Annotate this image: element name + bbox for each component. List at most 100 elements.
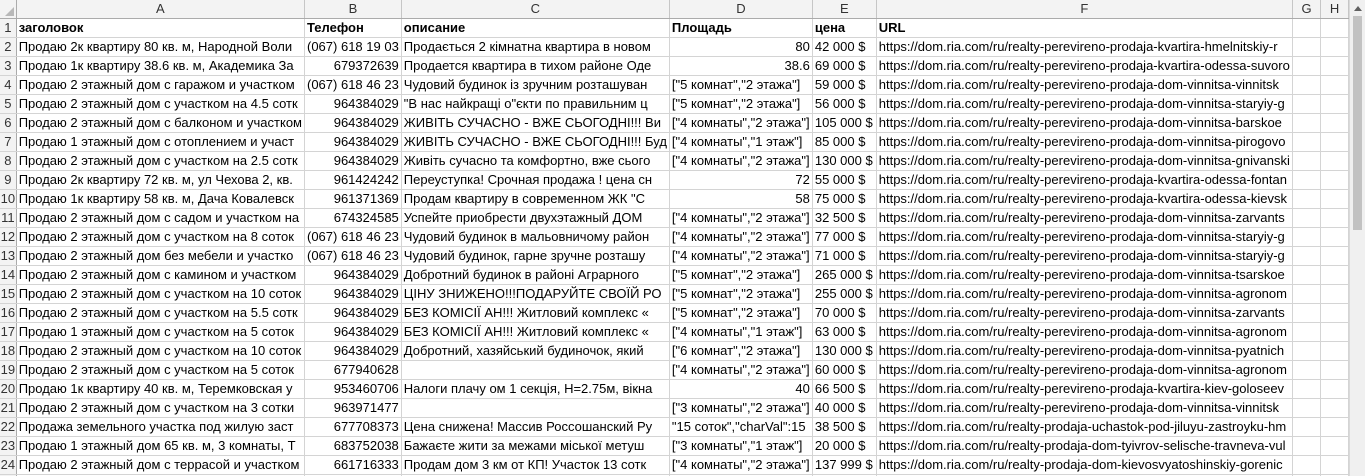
cell[interactable]: 38.6 [669, 56, 813, 76]
cell[interactable] [1292, 94, 1322, 114]
row-header[interactable]: 21 [0, 398, 17, 418]
cell[interactable] [1292, 303, 1322, 323]
cell[interactable]: https://dom.ria.com/ru/realty-perevireno… [876, 56, 1293, 76]
cell[interactable]: 964384029 [304, 303, 402, 323]
cell[interactable]: https://dom.ria.com/ru/realty-perevireno… [876, 360, 1293, 380]
cell[interactable]: Продаю 1 этажный дом с участком на 5 сот… [16, 322, 306, 342]
cell[interactable]: ["5 комнат","2 этажа"] [669, 303, 813, 323]
row-header[interactable]: 8 [0, 151, 17, 171]
cell[interactable]: https://dom.ria.com/ru/realty-perevireno… [876, 37, 1293, 57]
cell[interactable]: 77 000 $ [812, 227, 877, 247]
cell[interactable]: 961424242 [304, 170, 402, 190]
cell[interactable] [1292, 170, 1322, 190]
cell[interactable]: 137 999 $ [812, 455, 877, 475]
cell[interactable]: 265 000 $ [812, 265, 877, 285]
cell[interactable]: Продаю 1к квартиру 58 кв. м, Дача Ковале… [16, 189, 306, 209]
cell[interactable]: Бажаєте жити за межами міської метуш [401, 436, 670, 456]
cell[interactable]: 679372639 [304, 56, 402, 76]
cell[interactable]: Продаю 2 этажный дом с участком на 5 сот… [16, 360, 306, 380]
cell[interactable]: ["5 комнат","2 этажа"] [669, 94, 813, 114]
cell[interactable] [1292, 113, 1322, 133]
cell[interactable]: https://dom.ria.com/ru/realty-perevireno… [876, 75, 1293, 95]
cell[interactable]: 63 000 $ [812, 322, 877, 342]
row-header[interactable]: 13 [0, 246, 17, 266]
cell[interactable]: Чудовий будинок із зручним розташуван [401, 75, 670, 95]
cell[interactable]: Цена снижена! Массив Россошанский Ру [401, 417, 670, 437]
cell[interactable] [1320, 455, 1349, 475]
cell[interactable]: https://dom.ria.com/ru/realty-perevireno… [876, 265, 1293, 285]
cell[interactable]: Успейте приобрести двухэтажный ДОМ [401, 208, 670, 228]
cell[interactable]: ЖИВІТЬ СУЧАСНО - ВЖЕ СЬОГОДНІ!!! Ви [401, 113, 670, 133]
column-header[interactable]: H [1320, 0, 1349, 19]
cell[interactable] [1292, 132, 1322, 152]
cell[interactable]: 677708373 [304, 417, 402, 437]
cell[interactable]: Продаю 2 этажный дом с балконом и участк… [16, 113, 306, 133]
cell[interactable]: Налоги плачу ом 1 секція, Н=2.75м, вікна [401, 379, 670, 399]
cell[interactable] [1320, 170, 1349, 190]
cell[interactable]: Продається 2 кімнатна квартира в новом [401, 37, 670, 57]
cell[interactable] [1320, 379, 1349, 399]
cell[interactable] [1320, 189, 1349, 209]
cell[interactable]: 42 000 $ [812, 37, 877, 57]
cell[interactable]: https://dom.ria.com/ru/realty-perevireno… [876, 284, 1293, 304]
cell[interactable]: https://dom.ria.com/ru/realty-perevireno… [876, 227, 1293, 247]
cell[interactable] [1292, 18, 1322, 38]
cell[interactable]: 964384029 [304, 341, 402, 361]
cell[interactable]: 105 000 $ [812, 113, 877, 133]
cell[interactable]: https://dom.ria.com/ru/realty-perevireno… [876, 208, 1293, 228]
cell[interactable]: 130 000 $ [812, 151, 877, 171]
cell[interactable]: 71 000 $ [812, 246, 877, 266]
scrollbar-thumb[interactable] [1353, 16, 1362, 230]
cell[interactable]: ["3 комнаты","2 этажа"] [669, 398, 813, 418]
column-header[interactable]: F [876, 0, 1293, 19]
cell[interactable]: 72 [669, 170, 813, 190]
cell[interactable]: Чудовий будинок в мальовничому район [401, 227, 670, 247]
cell[interactable]: 964384029 [304, 265, 402, 285]
cell[interactable]: 964384029 [304, 132, 402, 152]
cell[interactable]: Живіть сучасно та комфортно, вже сього [401, 151, 670, 171]
cell[interactable] [1320, 94, 1349, 114]
cell[interactable]: Продаю 2 этажный дом с участком на 4.5 с… [16, 94, 306, 114]
cell[interactable]: https://dom.ria.com/ru/realty-perevireno… [876, 189, 1293, 209]
cell[interactable]: Переуступка! Срочная продажа ! цена сн [401, 170, 670, 190]
cell[interactable]: 683752038 [304, 436, 402, 456]
cell[interactable] [1292, 322, 1322, 342]
cell[interactable]: 255 000 $ [812, 284, 877, 304]
cell[interactable]: 75 000 $ [812, 189, 877, 209]
cell[interactable] [1292, 284, 1322, 304]
column-header[interactable]: E [812, 0, 877, 19]
row-header[interactable]: 23 [0, 436, 17, 456]
cell[interactable] [1292, 379, 1322, 399]
cell[interactable]: https://dom.ria.com/ru/realty-perevireno… [876, 170, 1293, 190]
cell[interactable]: Продаю 2 этажный дом с гаражом и участко… [16, 75, 306, 95]
cell[interactable]: 130 000 $ [812, 341, 877, 361]
cell[interactable]: ЦІНУ ЗНИЖЕНО!!!ПОДАРУЙТЕ СВОЇЙ РО [401, 284, 670, 304]
cell[interactable]: Продаю 2 этажный дом с участком на 8 сот… [16, 227, 306, 247]
cell[interactable] [1320, 360, 1349, 380]
cell[interactable] [1320, 284, 1349, 304]
cell[interactable]: Добротний, хазяйський будиночок, який [401, 341, 670, 361]
cell[interactable]: 961371369 [304, 189, 402, 209]
cell[interactable]: (067) 618 46 23 [304, 227, 402, 247]
cell[interactable] [1320, 303, 1349, 323]
cell[interactable]: описание [401, 18, 670, 38]
cell[interactable] [401, 360, 670, 380]
row-header[interactable]: 16 [0, 303, 17, 323]
cell[interactable]: ["4 комнаты","2 этажа"] [669, 113, 813, 133]
cell[interactable] [1320, 246, 1349, 266]
cell[interactable] [1292, 151, 1322, 171]
cell[interactable]: 70 000 $ [812, 303, 877, 323]
row-header[interactable]: 20 [0, 379, 17, 399]
cell[interactable]: ["5 комнат","2 этажа"] [669, 265, 813, 285]
cell[interactable] [1292, 398, 1322, 418]
cell[interactable]: 59 000 $ [812, 75, 877, 95]
cell[interactable]: 20 000 $ [812, 436, 877, 456]
cell[interactable]: Телефон [304, 18, 402, 38]
cell[interactable]: "В нас найкращі о"єкти по правильним ц [401, 94, 670, 114]
row-header[interactable]: 4 [0, 75, 17, 95]
cell[interactable]: Продаю 2 этажный дом без мебели и участк… [16, 246, 306, 266]
cell[interactable] [1292, 75, 1322, 95]
cell[interactable]: ["3 комнаты","1 этаж"] [669, 436, 813, 456]
cell[interactable]: 964384029 [304, 94, 402, 114]
cell[interactable]: URL [876, 18, 1293, 38]
